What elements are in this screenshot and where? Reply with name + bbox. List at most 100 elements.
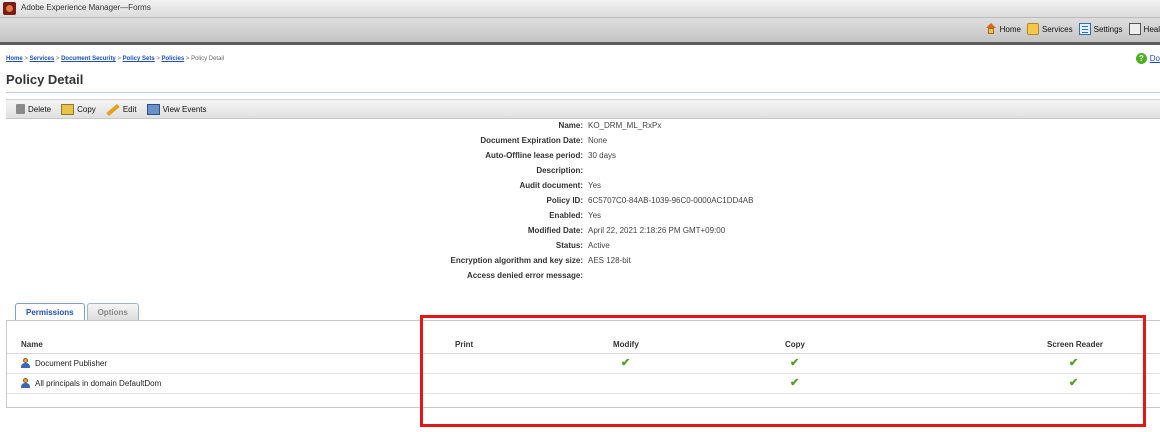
detail-row-modified: Modified Date: April 22, 2021 2:18:26 PM… <box>0 226 1160 240</box>
tab-permissions[interactable]: Permissions <box>15 303 85 321</box>
user-icon <box>21 378 30 388</box>
breadcrumb-policy-sets[interactable]: Policy Sets <box>123 56 155 62</box>
column-header-modify[interactable]: Modify <box>613 340 639 349</box>
detail-label: Auto-Offline lease period: <box>485 151 583 160</box>
breadcrumb-home[interactable]: Home <box>6 56 23 62</box>
detail-label: Policy ID: <box>546 196 583 205</box>
breadcrumb-current: Policy Detail <box>191 56 225 62</box>
top-nav: Home Services Settings Heal <box>985 23 1160 35</box>
column-header-copy[interactable]: Copy <box>785 340 805 349</box>
nav-settings[interactable]: Settings <box>1078 23 1123 35</box>
title-divider <box>6 92 1160 93</box>
table-row[interactable]: Document Publisher ✔ ✔ ✔ <box>7 354 1160 374</box>
principal-name: All principals in domain DefaultDom <box>21 378 161 388</box>
permissions-panel: Name Print Modify Copy Screen Reader Doc… <box>6 320 1160 408</box>
pencil-icon <box>106 103 120 117</box>
column-header-name[interactable]: Name <box>21 340 43 349</box>
detail-label: Encryption algorithm and key size: <box>450 256 583 265</box>
principal-label: Document Publisher <box>35 358 108 368</box>
detail-row-lease: Auto-Offline lease period: 30 days <box>0 151 1160 165</box>
window-title-bar: Adobe Experience Manager—Forms <box>0 0 1160 18</box>
copy-check-icon: ✔ <box>790 377 800 389</box>
policy-toolbar: Delete Copy Edit View Events <box>6 99 1160 119</box>
detail-value: Active <box>588 241 610 250</box>
breadcrumb: Home > Services > Document Security > Po… <box>6 56 224 62</box>
detail-value: AES 128-bit <box>588 256 631 265</box>
edit-button[interactable]: Edit <box>106 103 137 117</box>
breadcrumb-separator: > <box>185 56 190 62</box>
principal-label: All principals in domain DefaultDom <box>35 378 162 388</box>
trash-icon <box>16 104 25 114</box>
detail-row-audit: Audit document: Yes <box>0 181 1160 195</box>
permissions-table-header: Name Print Modify Copy Screen Reader <box>7 335 1160 354</box>
detail-value: 6C5707C0-84AB-1039-96C0-0000AC1DD4AB <box>588 196 754 205</box>
page-title: Policy Detail <box>6 72 84 87</box>
breadcrumb-separator: > <box>24 56 28 62</box>
breadcrumb-separator: > <box>156 56 160 62</box>
detail-row-status: Status: Active <box>0 241 1160 255</box>
top-navigation-bar: Home Services Settings Heal <box>0 18 1160 45</box>
nav-health-label: Heal <box>1143 24 1160 34</box>
screen-reader-check-icon: ✔ <box>1069 377 1079 389</box>
delete-label: Delete <box>28 104 52 114</box>
detail-value: April 22, 2021 2:18:26 PM GMT+09:00 <box>588 226 726 235</box>
detail-row-name: Name: KO_DRM_ML_RxPx <box>0 121 1160 135</box>
detail-label: Status: <box>555 241 583 250</box>
tab-options[interactable]: Options <box>86 303 139 321</box>
copy-icon <box>61 103 75 115</box>
help-label[interactable]: Do <box>1150 54 1160 63</box>
nav-services[interactable]: Services <box>1026 23 1073 35</box>
detail-label: Access denied error message: <box>466 271 583 280</box>
nav-home[interactable]: Home <box>985 23 1021 35</box>
aem-logo-icon <box>3 2 16 15</box>
nav-health[interactable]: Heal <box>1128 23 1160 35</box>
help-icon: ? <box>1135 53 1147 64</box>
user-icon <box>21 358 30 368</box>
modify-check-icon: ✔ <box>621 357 631 369</box>
copy-label: Copy <box>77 104 96 114</box>
detail-tabs: Permissions Options <box>15 303 139 321</box>
view-events-button[interactable]: View Events <box>146 103 207 115</box>
detail-label: Name: <box>558 121 583 130</box>
detail-row-encryption: Encryption algorithm and key size: AES 1… <box>0 256 1160 270</box>
detail-label: Description: <box>536 166 583 175</box>
copy-check-icon: ✔ <box>790 357 800 369</box>
nav-services-label: Services <box>1041 24 1073 34</box>
detail-value: KO_DRM_ML_RxPx <box>588 121 662 130</box>
detail-label: Document Expiration Date: <box>480 136 583 145</box>
copy-button[interactable]: Copy <box>61 103 96 115</box>
screen-reader-check-icon: ✔ <box>1069 357 1079 369</box>
detail-value: Yes <box>588 211 602 220</box>
view-events-label: View Events <box>162 104 207 114</box>
detail-row-access-denied: Access denied error message: <box>0 271 1160 285</box>
breadcrumb-separator: > <box>117 56 121 62</box>
nav-settings-label: Settings <box>1093 24 1123 34</box>
window-title: Adobe Experience Manager—Forms <box>21 3 151 12</box>
breadcrumb-services[interactable]: Services <box>30 56 55 62</box>
delete-button[interactable]: Delete <box>16 104 51 114</box>
services-icon <box>1026 23 1039 35</box>
detail-row-expiration: Document Expiration Date: None <box>0 136 1160 150</box>
health-icon <box>1128 23 1141 35</box>
nav-home-label: Home <box>999 24 1021 34</box>
table-row[interactable]: All principals in domain DefaultDom ✔ ✔ <box>7 374 1160 394</box>
edit-label: Edit <box>122 104 137 114</box>
detail-row-description: Description: <box>0 166 1160 180</box>
detail-row-enabled: Enabled: Yes <box>0 211 1160 225</box>
home-icon <box>985 23 997 35</box>
detail-label: Enabled: <box>549 211 583 220</box>
breadcrumb-separator: > <box>55 56 60 62</box>
column-header-screen-reader[interactable]: Screen Reader <box>1047 340 1103 349</box>
detail-value: Yes <box>588 181 602 190</box>
breadcrumb-document-security[interactable]: Document Security <box>61 56 116 62</box>
column-header-print[interactable]: Print <box>455 340 473 349</box>
detail-value: 30 days <box>588 151 617 160</box>
detail-label: Audit document: <box>519 181 583 190</box>
help-link[interactable]: ? Do <box>1135 53 1160 64</box>
settings-icon <box>1078 23 1091 35</box>
breadcrumb-policies[interactable]: Policies <box>162 56 185 62</box>
principal-name: Document Publisher <box>21 358 107 368</box>
detail-value: None <box>588 136 608 145</box>
events-icon <box>146 103 160 115</box>
detail-label: Modified Date: <box>527 226 583 235</box>
